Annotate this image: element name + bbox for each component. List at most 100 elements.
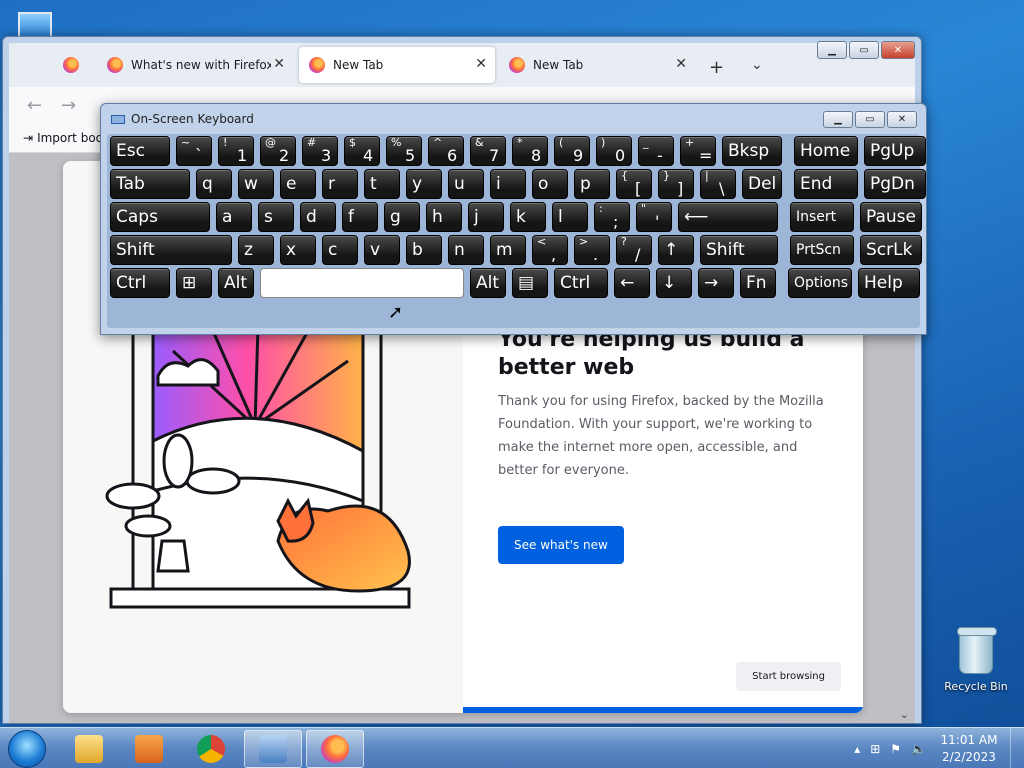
key-o[interactable]: o (532, 169, 568, 199)
key-s[interactable]: s (258, 202, 294, 232)
key-0[interactable]: ) 0 (596, 136, 632, 166)
see-whats-new-button[interactable]: See what's new (498, 526, 624, 564)
key-ctrl[interactable]: Ctrl (554, 268, 608, 298)
key-esc[interactable]: Esc (110, 136, 170, 166)
taskbar-explorer[interactable] (60, 730, 118, 768)
key-pgup[interactable]: PgUp (864, 136, 926, 166)
key-space[interactable] (260, 268, 464, 298)
key-pgdn[interactable]: PgDn (864, 169, 926, 199)
minimize-button[interactable]: ▁ (817, 41, 847, 59)
key-fn[interactable]: Fn (740, 268, 776, 298)
key-y[interactable]: y (406, 169, 442, 199)
osk-maximize-button[interactable]: ▭ (855, 111, 885, 128)
recycle-bin-shortcut[interactable]: Recycle Bin (942, 627, 1010, 693)
key-7[interactable]: & 7 (470, 136, 506, 166)
key-insert[interactable]: Insert (790, 202, 854, 232)
key-options[interactable]: Options (788, 268, 852, 298)
scroll-down-icon[interactable]: ⌄ (900, 708, 909, 721)
osk-minimize-button[interactable]: ▁ (823, 111, 853, 128)
key-v[interactable]: v (364, 235, 400, 265)
taskbar-firefox[interactable] (306, 730, 364, 768)
key-symbol[interactable]: ~ ` (176, 136, 212, 166)
key-m[interactable]: m (490, 235, 526, 265)
key-d[interactable]: d (300, 202, 336, 232)
close-button[interactable]: ✕ (881, 41, 915, 59)
key-g[interactable]: g (384, 202, 420, 232)
taskbar-chrome[interactable] (182, 730, 240, 768)
key-f[interactable]: f (342, 202, 378, 232)
key-symbol[interactable]: <, (532, 235, 568, 265)
key-6[interactable]: ^ 6 (428, 136, 464, 166)
taskbar-osk[interactable] (244, 730, 302, 768)
key-j[interactable]: j (468, 202, 504, 232)
key-r[interactable]: r (322, 169, 358, 199)
key-z[interactable]: z (238, 235, 274, 265)
key-caps[interactable]: Caps (110, 202, 210, 232)
tab-pinned[interactable] (53, 47, 93, 83)
back-arrow-icon[interactable]: ← (27, 95, 42, 116)
volume-icon[interactable]: 🔈 (911, 742, 926, 756)
key-pause[interactable]: Pause (860, 202, 922, 232)
key-ctrl[interactable]: Ctrl (110, 268, 170, 298)
tab-new-tab[interactable]: New Tab ✕ (499, 47, 695, 83)
key-p[interactable]: p (574, 169, 610, 199)
close-tab-icon[interactable]: ✕ (675, 56, 687, 72)
key-x[interactable]: x (280, 235, 316, 265)
key-symbol[interactable]: ⊞ (176, 268, 212, 298)
key-shift[interactable]: Shift (110, 235, 232, 265)
key-symbol[interactable]: + = (680, 136, 716, 166)
action-center-icon[interactable]: ⚑ (890, 742, 901, 756)
key-i[interactable]: i (490, 169, 526, 199)
key-del[interactable]: Del (742, 169, 782, 199)
taskbar-media-player[interactable] (120, 730, 178, 768)
key-symbol[interactable]: :; (594, 202, 630, 232)
key-4[interactable]: $4 (344, 136, 380, 166)
key-symbol[interactable]: ? / (616, 235, 652, 265)
key-shift[interactable]: Shift (700, 235, 778, 265)
key-q[interactable]: q (196, 169, 232, 199)
key-alt[interactable]: Alt (218, 268, 254, 298)
show-desktop-button[interactable] (1010, 728, 1024, 768)
start-button[interactable] (8, 730, 46, 768)
key-9[interactable]: (9 (554, 136, 590, 166)
key-help[interactable]: Help (858, 268, 920, 298)
tab-whats-new[interactable]: What's new with Firefox - M ✕ (97, 47, 293, 83)
forward-arrow-icon[interactable]: → (61, 95, 76, 116)
key-symbol[interactable]: ↑ (658, 235, 694, 265)
key-3[interactable]: #3 (302, 136, 338, 166)
key-symbol[interactable]: _ - (638, 136, 674, 166)
key-scrlk[interactable]: ScrLk (860, 235, 922, 265)
tab-new-tab-active[interactable]: New Tab ✕ (299, 47, 495, 83)
key-k[interactable]: k (510, 202, 546, 232)
key-5[interactable]: % 5 (386, 136, 422, 166)
maximize-button[interactable]: ▭ (849, 41, 879, 59)
key-symbol[interactable]: ▤ (512, 268, 548, 298)
key-symbol[interactable]: ↓ (656, 268, 692, 298)
chevron-down-icon[interactable]: ⌄ (751, 57, 763, 73)
key-u[interactable]: u (448, 169, 484, 199)
key-symbol[interactable]: | \ (700, 169, 736, 199)
key-b[interactable]: b (406, 235, 442, 265)
key-8[interactable]: * 8 (512, 136, 548, 166)
key-tab[interactable]: Tab (110, 169, 190, 199)
key-2[interactable]: @2 (260, 136, 296, 166)
key-symbol[interactable]: ⟵ (678, 202, 778, 232)
key-c[interactable]: c (322, 235, 358, 265)
key-w[interactable]: w (238, 169, 274, 199)
key-e[interactable]: e (280, 169, 316, 199)
key-l[interactable]: l (552, 202, 588, 232)
key-n[interactable]: n (448, 235, 484, 265)
key-prtscn[interactable]: PrtScn (790, 235, 854, 265)
key-symbol[interactable]: ← (614, 268, 650, 298)
clock[interactable]: 11:01 AM 2/2/2023 (936, 732, 1002, 766)
key-a[interactable]: a (216, 202, 252, 232)
key-symbol[interactable]: " ' (636, 202, 672, 232)
key-bksp[interactable]: Bksp (722, 136, 782, 166)
key-home[interactable]: Home (794, 136, 858, 166)
chevron-up-icon[interactable]: ▴ (854, 742, 860, 756)
key-end[interactable]: End (794, 169, 858, 199)
key-alt[interactable]: Alt (470, 268, 506, 298)
key-t[interactable]: t (364, 169, 400, 199)
key-symbol[interactable]: {[ (616, 169, 652, 199)
osk-close-button[interactable]: ✕ (887, 111, 917, 128)
